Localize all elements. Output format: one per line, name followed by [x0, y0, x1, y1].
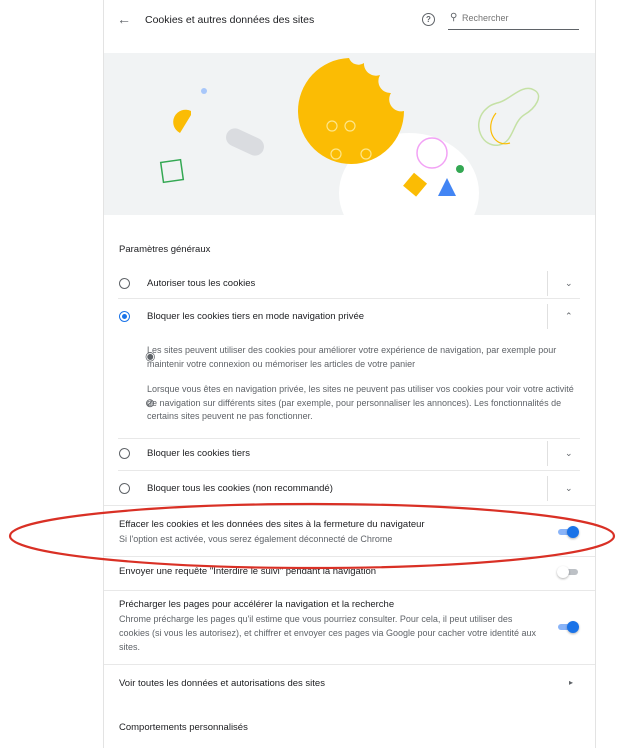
setting-subtitle: Chrome précharge les pages qu'il estime … — [119, 614, 537, 652]
search-icon: ⚲ — [450, 12, 458, 23]
chevron-up-icon[interactable]: ⌃ — [565, 311, 573, 322]
divider — [547, 476, 548, 501]
divider — [118, 438, 580, 439]
clear-on-exit-toggle[interactable] — [558, 526, 579, 538]
yellow-half-circle — [173, 109, 191, 133]
page-title: Cookies et autres données des sites — [145, 14, 315, 26]
option-label: Bloquer les cookies tiers en mode naviga… — [147, 311, 365, 322]
option-label: Bloquer les cookies tiers — [147, 448, 250, 459]
search-box[interactable]: ⚲ — [448, 12, 579, 30]
all-site-data-link[interactable]: Voir toutes les données et autorisations… — [104, 665, 595, 701]
radio-block-incognito[interactable] — [119, 311, 130, 322]
green-squiggle — [478, 87, 540, 146]
radio-block-all[interactable] — [119, 483, 130, 494]
chevron-down-icon[interactable]: ⌄ — [565, 278, 573, 289]
option-label: Autoriser tous les cookies — [147, 278, 256, 289]
arrow-left-icon[interactable]: ← — [117, 12, 131, 26]
settings-card: ← Cookies et autres données des sites ? … — [103, 0, 596, 748]
setting-title: Envoyer une requête "Interdire le suivi"… — [119, 566, 377, 577]
green-dot — [456, 165, 464, 173]
link-label: Voir toutes les données et autorisations… — [119, 678, 325, 689]
help-circle-icon[interactable]: ? — [422, 13, 435, 26]
divider — [547, 304, 548, 329]
setting-do-not-track[interactable]: Envoyer une requête "Interdire le suivi"… — [104, 557, 595, 587]
setting-title: Précharger les pages pour accélérer la n… — [119, 599, 395, 610]
setting-subtitle: Si l'option est activée, vous serez égal… — [119, 534, 393, 544]
illustration-svg — [159, 58, 540, 215]
yellow-squiggle — [490, 112, 511, 145]
chevron-right-icon: ▸ — [569, 678, 574, 687]
detail-text: Les sites peuvent utiliser des cookies p… — [147, 345, 557, 369]
divider — [118, 298, 580, 299]
do-not-track-toggle[interactable] — [557, 566, 578, 578]
page-header: ← Cookies et autres données des sites ? … — [104, 0, 595, 40]
divider — [547, 271, 548, 296]
search-input[interactable] — [462, 13, 572, 23]
small-blue-dot — [201, 88, 207, 94]
radio-block-third-party[interactable] — [119, 448, 130, 459]
cookie-icon — [298, 58, 404, 164]
option-allow-all[interactable]: Autoriser tous les cookies ⌄ — [104, 270, 595, 298]
cookies-illustration — [104, 53, 595, 215]
green-square — [159, 158, 185, 184]
chevron-down-icon[interactable]: ⌄ — [565, 448, 573, 459]
radio-allow-all[interactable] — [119, 278, 130, 289]
option-label: Bloquer tous les cookies (non recommandé… — [147, 483, 333, 494]
grey-pill — [226, 128, 264, 156]
preload-toggle[interactable] — [558, 621, 579, 633]
setting-title: Effacer les cookies et les données des s… — [119, 519, 425, 530]
option-block-all[interactable]: Bloquer tous les cookies (non recommandé… — [104, 475, 595, 503]
detail-text: Lorsque vous êtes en navigation privée, … — [147, 384, 574, 421]
divider — [118, 470, 580, 471]
option-block-incognito[interactable]: Bloquer les cookies tiers en mode naviga… — [104, 303, 595, 331]
custom-behaviors-title: Comportements personnalisés — [119, 722, 248, 733]
setting-preload[interactable]: Précharger les pages pour accélérer la n… — [104, 591, 595, 661]
option-block-third-party[interactable]: Bloquer les cookies tiers ⌄ — [104, 440, 595, 468]
divider — [547, 441, 548, 466]
setting-clear-on-exit[interactable]: Effacer les cookies et les données des s… — [104, 506, 595, 552]
section-title: Paramètres généraux — [119, 244, 211, 255]
chevron-down-icon[interactable]: ⌄ — [565, 483, 573, 494]
